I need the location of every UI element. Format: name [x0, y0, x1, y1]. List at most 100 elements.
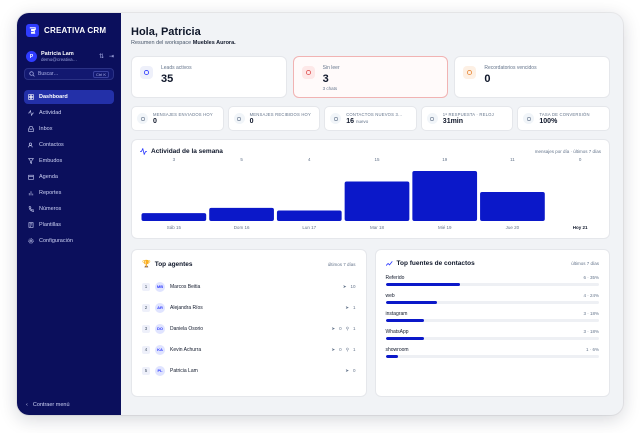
avatar: P	[26, 51, 37, 62]
x-tick-label: Lun 17	[302, 225, 316, 230]
trophy-icon: 🏆	[142, 261, 151, 268]
sidebar-item-plantillas[interactable]: Plantillas	[24, 218, 114, 232]
user-profile[interactable]: P Patricia Lam demo@creativa… ⇅ ⇥	[24, 51, 114, 62]
brand[interactable]: CREATIVA CRM	[24, 21, 114, 39]
agent-sent: 1	[352, 304, 356, 310]
sidebar-item-configuracion[interactable]: Configuración	[24, 234, 114, 248]
kpi-card[interactable]: Recordatorios vencidos 0	[454, 56, 610, 98]
app-window: CREATIVA CRM P Patricia Lam demo@creativ…	[17, 13, 623, 415]
bar-value-label: 4	[308, 157, 311, 162]
sidebar-item-reportes[interactable]: Reportes	[24, 186, 114, 200]
source-name: WhatsApp	[385, 329, 409, 335]
kpi-card[interactable]: Sin leer 3 3 chats	[292, 56, 449, 98]
chevron-left-icon: ‹	[26, 402, 28, 408]
reports-icon	[28, 191, 34, 196]
source-bar-fill	[385, 301, 437, 304]
activity-title: Actividad de la semana	[151, 148, 223, 155]
settings-icon	[28, 238, 34, 244]
agent-row[interactable]: 5 PL Patricia Lam ➤ 0	[142, 360, 356, 381]
sidebar-item-numeros[interactable]: Números	[24, 202, 114, 216]
clock-icon	[426, 113, 438, 124]
source-bar-track	[385, 355, 599, 358]
sidebar-item-agenda[interactable]: Agenda	[24, 170, 114, 184]
bar-value-label: 5	[240, 157, 243, 162]
agent-name: Patricia Lam	[170, 367, 198, 374]
avatar: PL	[155, 365, 165, 376]
agent-row[interactable]: 3 DO Daniela Osorio ➤ 0 ⚲ 1	[142, 318, 356, 339]
logout-icon[interactable]: ⇥	[109, 53, 114, 60]
switch-workspace-icon[interactable]: ⇅	[99, 53, 104, 60]
stat-value: 16 nuevo	[346, 118, 369, 125]
source-bar-track	[385, 283, 599, 286]
sidebar-item-actividad[interactable]: Actividad	[24, 106, 114, 120]
send-icon: ➤	[345, 367, 349, 373]
users-icon	[330, 113, 342, 124]
weekly-activity-card: Actividad de la semana mensajes por día …	[131, 139, 610, 239]
source-value: 6 · 35%	[583, 275, 599, 280]
sidebar-item-label: Configuración	[39, 238, 73, 244]
bar[interactable]	[209, 207, 274, 221]
agent-name: Alejandra Ríos	[170, 304, 203, 311]
stat-label: 1ª RESPUESTA · RELOJ	[442, 112, 494, 117]
bar[interactable]	[141, 213, 207, 221]
sidebar-item-embudos[interactable]: Embudos	[24, 154, 114, 168]
activity-chart: 3 Sáb 15 5 Dom 16 4 Lun 17 15 Mar 18 19 Mié 19 11 J…	[141, 157, 588, 230]
bar[interactable]	[276, 210, 342, 221]
workspace-name: Muebles Aurora.	[192, 40, 236, 46]
source-bar-fill	[385, 283, 461, 286]
source-row: instagram 3 · 18%	[385, 311, 599, 322]
send-icon: ➤	[345, 304, 349, 310]
message-icon	[233, 113, 245, 124]
agent-row[interactable]: 1 MB Marcos Beitia ➤ 10	[142, 276, 356, 297]
dashboard-icon	[28, 94, 34, 100]
collapse-label: Contraer menú	[32, 402, 70, 408]
sidebar-item-contactos[interactable]: Contactos	[24, 138, 114, 152]
stats-row: MENSAJES ENVIADOS HOY 0 MENSAJES RECIBIDOS…	[131, 106, 610, 131]
sidebar-item-dashboard[interactable]: Dashboard	[24, 90, 114, 104]
agent-row[interactable]: 2 AR Alejandra Ríos ➤ 1	[142, 297, 356, 318]
kpi-value: 0	[484, 73, 491, 85]
agent-sent: 0	[339, 346, 342, 352]
source-name: showroom	[385, 347, 409, 353]
source-name: instagram	[385, 311, 408, 317]
search-shortcut: Ctrl K	[93, 70, 109, 78]
stat-label: MENSAJES RECIBIDOS HOY	[249, 112, 312, 117]
search-input[interactable]: Buscar… Ctrl K	[24, 68, 114, 80]
stat-label: CONTACTOS NUEVOS 3…	[346, 112, 403, 117]
agent-row[interactable]: 4 KA Kevin Achurra ➤ 0 ⚲ 1	[142, 339, 356, 360]
sidebar-item-inbox[interactable]: Inbox	[24, 122, 114, 136]
sources-title: Top fuentes de contactos	[396, 260, 475, 267]
source-name: web	[385, 293, 395, 299]
top-sources-card: Top fuentes de contactos últimos 7 días …	[374, 249, 610, 397]
source-row: Referido 6 · 35%	[385, 275, 599, 286]
bar[interactable]	[412, 171, 478, 221]
avatar: MB	[155, 281, 165, 292]
source-row: WhatsApp 3 · 18%	[385, 329, 599, 340]
source-row: web 4 · 24%	[385, 293, 599, 304]
sidebar: CREATIVA CRM P Patricia Lam demo@creativ…	[17, 13, 121, 415]
bar-value-label: 19	[442, 157, 448, 162]
source-row: showroom 1 · 6%	[385, 347, 599, 358]
agent-name: Kevin Achurra	[170, 346, 202, 353]
x-tick-label: Hoy 21	[573, 225, 588, 230]
x-tick-label: Sáb 15	[167, 225, 182, 230]
agent-sent: 10	[350, 283, 356, 289]
collapse-menu-button[interactable]: ‹ Contraer menú	[26, 402, 70, 408]
source-name: Referido	[385, 275, 405, 281]
stat-label: MENSAJES ENVIADOS HOY	[153, 112, 213, 117]
source-bar-track	[385, 319, 599, 322]
kpi-sub: 3 chats	[322, 86, 338, 91]
stat-value: 0	[153, 118, 157, 125]
kpi-card[interactable]: Leads activos 35	[131, 56, 287, 98]
page-title: Hola, Patricia	[131, 26, 201, 38]
top-agents-card: 🏆 Top agentes últimos 7 días 1 MB Marcos B…	[131, 249, 367, 397]
kpi-value: 3	[322, 73, 329, 85]
phone-icon	[28, 206, 34, 212]
source-value: 3 · 18%	[583, 311, 599, 316]
source-bar-fill	[385, 337, 424, 340]
bar[interactable]	[480, 192, 545, 221]
sidebar-item-label: Agenda	[39, 174, 58, 180]
kpi-label: Leads activos	[161, 65, 192, 71]
bar[interactable]	[344, 181, 410, 221]
target-icon	[523, 113, 535, 124]
